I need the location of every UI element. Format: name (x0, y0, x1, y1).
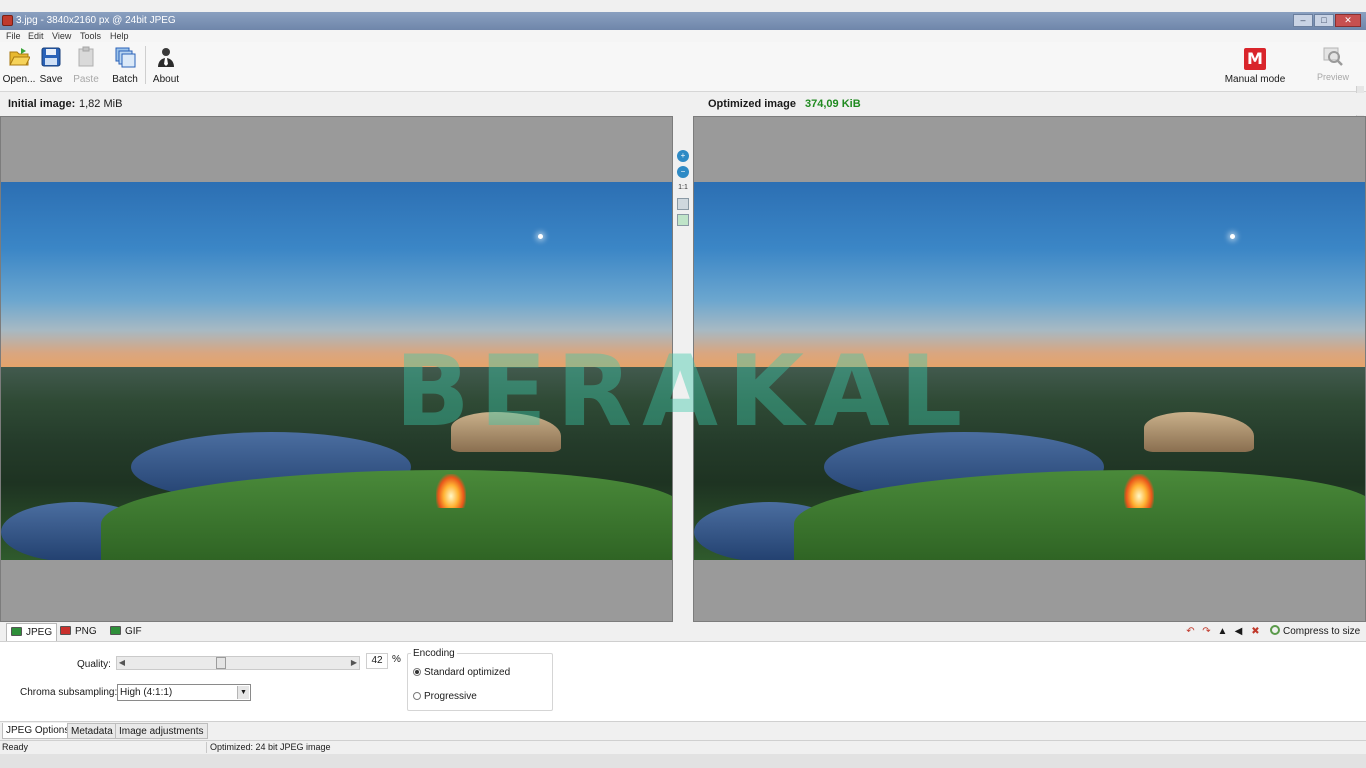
options-tabs: JPEG Options Metadata Image adjustments (0, 722, 1366, 740)
chroma-subsampling-select[interactable]: High (4:1:1) ▼ (117, 684, 251, 701)
batch-label: Batch (112, 74, 138, 85)
flip-horizontal-icon[interactable]: ▲ (1217, 626, 1228, 637)
format-tabs: JPEG PNG GIF ↶ ↷ ▲ ◀ ✖ Compress to size (0, 622, 1366, 642)
menu-edit[interactable]: Edit (28, 30, 44, 42)
compress-to-size-label: Compress to size (1283, 626, 1361, 637)
minimize-button[interactable]: – (1293, 14, 1313, 27)
magnifier-preview-icon (1323, 47, 1343, 66)
tab-jpeg-options[interactable]: JPEG Options (2, 723, 74, 739)
save-button[interactable]: Save (33, 44, 69, 88)
about-label: About (152, 74, 180, 85)
jpeg-format-icon (11, 627, 22, 636)
paste-icon (78, 46, 94, 67)
gif-format-icon (110, 626, 121, 635)
save-label: Save (39, 74, 63, 85)
manual-mode-label: Manual mode (1224, 74, 1286, 85)
person-icon (158, 48, 174, 67)
folder-open-icon (9, 48, 30, 66)
maximize-button[interactable]: □ (1314, 14, 1334, 27)
preview-button[interactable]: Preview (1314, 44, 1352, 88)
optimized-image (694, 182, 1365, 560)
floppy-save-icon (41, 47, 61, 67)
quality-slider-thumb[interactable] (216, 657, 227, 669)
open-label: Open... (2, 74, 36, 85)
zoom-toolbar: + − 1:1 (673, 116, 693, 622)
swap-view-icon[interactable] (677, 214, 689, 226)
menu-bar: File Edit View Tools Help (0, 30, 1366, 42)
initial-image (1, 182, 672, 560)
encoding-group (407, 653, 553, 711)
app-icon (2, 15, 13, 26)
encoding-title: Encoding (411, 648, 457, 659)
open-button[interactable]: Open... (1, 44, 37, 88)
quality-value-field[interactable]: 42 (366, 653, 388, 669)
radio-progressive[interactable] (413, 692, 421, 700)
title-bar: 3.jpg - 3840x2160 px @ 24bit JPEG – □ ✕ (0, 12, 1366, 30)
chroma-subsampling-value: High (4:1:1) (120, 687, 173, 698)
tab-metadata[interactable]: Metadata (67, 723, 117, 739)
about-button[interactable]: About (148, 44, 184, 88)
png-format-icon (60, 626, 71, 635)
chevron-down-icon[interactable]: ▼ (237, 686, 249, 699)
menu-file[interactable]: File (6, 30, 21, 42)
preview-label: Preview (1316, 72, 1349, 82)
optimized-image-size: 374,09 KiB (805, 98, 861, 110)
optimized-image-pane[interactable] (693, 116, 1366, 622)
batch-files-icon (115, 47, 136, 68)
initial-image-size: 1,82 MiB (79, 98, 123, 110)
toolbar: Open... Save Paste Batch About M Manual … (0, 42, 1366, 128)
slider-left-arrow-icon[interactable]: ◀ (117, 657, 127, 669)
rotate-left-icon[interactable]: ↶ (1185, 626, 1196, 637)
rotate-right-icon[interactable]: ↷ (1201, 626, 1212, 637)
fit-window-icon[interactable] (677, 198, 689, 210)
manual-mode-icon: M (1244, 48, 1266, 70)
close-button[interactable]: ✕ (1335, 14, 1361, 27)
zoom-out-icon[interactable]: − (677, 166, 689, 178)
paste-label: Paste (73, 74, 99, 85)
initial-image-label: Initial image: (8, 98, 76, 110)
quality-label: Quality: (77, 659, 111, 670)
tab-gif-label: GIF (125, 626, 142, 637)
menu-tools[interactable]: Tools (80, 30, 101, 42)
gear-icon (1270, 625, 1280, 635)
manual-mode-button[interactable]: M Manual mode (1222, 44, 1288, 88)
compress-to-size-button[interactable]: Compress to size (1270, 624, 1360, 640)
flip-vertical-icon[interactable]: ◀ (1233, 626, 1244, 637)
menu-view[interactable]: View (52, 30, 71, 42)
optimized-image-label: Optimized image (708, 98, 797, 110)
tab-png-label: PNG (75, 626, 97, 637)
window-title: 3.jpg - 3840x2160 px @ 24bit JPEG (16, 15, 176, 26)
tab-gif[interactable]: GIF (106, 623, 146, 641)
chroma-subsampling-label: Chroma subsampling: (20, 687, 118, 698)
crop-icon[interactable]: ✖ (1250, 626, 1261, 637)
toolbar-separator (145, 46, 146, 84)
standard-optimized-label[interactable]: Standard optimized (424, 667, 510, 678)
bottom-frame (0, 754, 1366, 768)
status-optimized: Optimized: 24 bit JPEG image (210, 742, 331, 752)
tab-jpeg[interactable]: JPEG (6, 623, 58, 641)
batch-button[interactable]: Batch (107, 44, 143, 88)
jpeg-options-panel: Quality: ◀ ▶ 42 % Chroma subsampling: Hi… (0, 642, 1366, 722)
initial-image-pane[interactable] (0, 116, 673, 622)
tab-image-adjustments[interactable]: Image adjustments (115, 723, 208, 739)
quality-unit: % (392, 654, 401, 665)
status-bar: Ready Optimized: 24 bit JPEG image (0, 740, 1366, 754)
progressive-label[interactable]: Progressive (424, 691, 477, 702)
paste-button[interactable]: Paste (68, 44, 104, 88)
menu-help[interactable]: Help (110, 30, 129, 42)
tab-png[interactable]: PNG (56, 623, 101, 641)
tab-jpeg-label: JPEG (26, 627, 53, 638)
actual-size-button[interactable]: 1:1 (677, 182, 689, 194)
status-ready: Ready (2, 742, 29, 752)
size-info-row: Initial image: 1,82 MiB Optimized image … (0, 93, 1366, 115)
slider-right-arrow-icon[interactable]: ▶ (349, 657, 359, 669)
zoom-in-icon[interactable]: + (677, 150, 689, 162)
status-separator (206, 742, 207, 753)
quality-slider[interactable]: ◀ ▶ (116, 656, 360, 670)
radio-standard-optimized[interactable] (413, 668, 421, 676)
